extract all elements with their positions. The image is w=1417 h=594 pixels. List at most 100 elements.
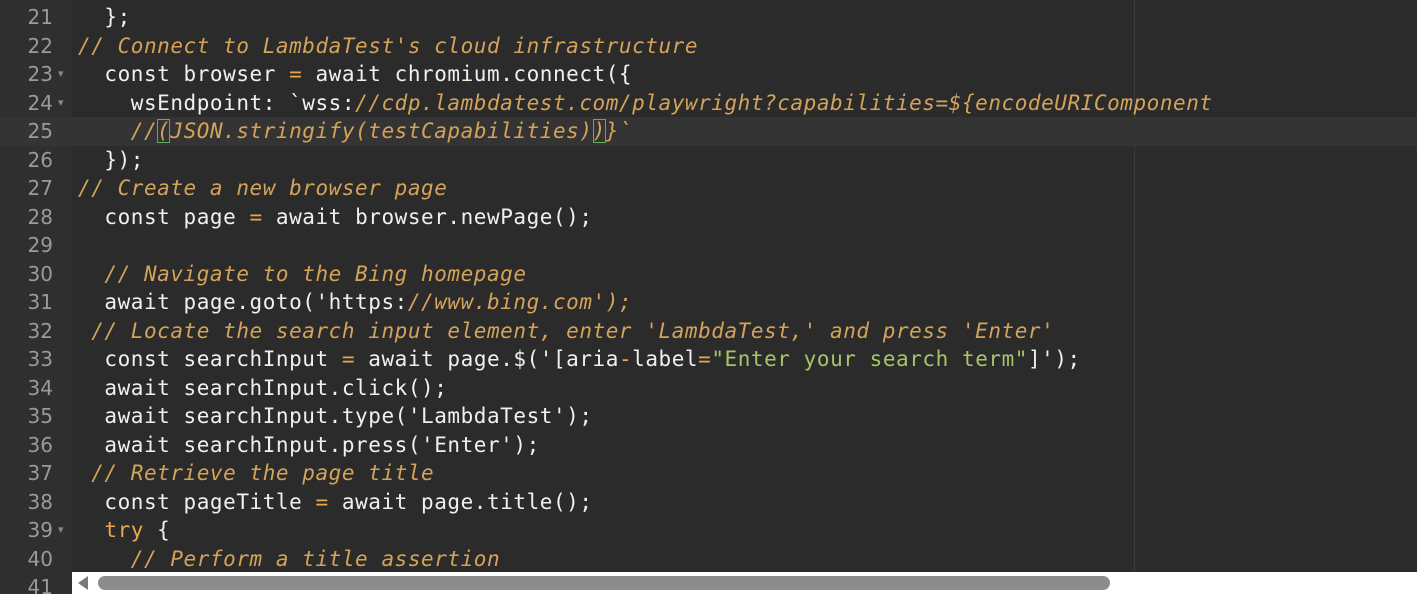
code-token: label [632, 347, 699, 371]
code-line[interactable]: 21 }; [0, 3, 1417, 32]
code-line[interactable]: 28 const page = await browser.newPage(); [0, 203, 1417, 232]
code-token: await searchInput.type('LambdaTest'); [78, 404, 593, 428]
code-token: wsEndpoint: `wss: [78, 90, 356, 115]
line-number: 31 [27, 290, 53, 314]
code-token: await searchInput.click(); [78, 375, 448, 400]
line-number: 21 [27, 5, 53, 29]
code-token: }); [78, 147, 144, 172]
code-line[interactable]: 36 await searchInput.press('Enter'); [0, 431, 1417, 460]
line-number: 23 [27, 62, 53, 86]
line-number: 40 [27, 546, 53, 571]
code-text: // Retrieve the page title [78, 459, 434, 488]
chevron-down-icon[interactable]: ▾ [58, 60, 64, 89]
code-token: = [289, 62, 303, 86]
code-token: }; [78, 5, 131, 29]
code-text: // Locate the search input element, ente… [78, 317, 1054, 346]
line-number: 26 [27, 147, 53, 172]
code-token: await browser.newPage(); [262, 204, 593, 229]
code-text: }; [78, 3, 131, 32]
code-token: // Locate the search input element, ente… [78, 318, 1055, 343]
code-token: JSON.stringify(testCapabilities) [170, 119, 593, 143]
code-text: const searchInput = await page.$('[aria-… [78, 345, 1081, 374]
code-text: // Connect to LambdaTest's cloud infrast… [78, 32, 698, 61]
code-line[interactable]: 35 await searchInput.type('LambdaTest'); [0, 402, 1417, 431]
line-number: 28 [27, 204, 53, 229]
scrollbar-thumb[interactable] [98, 576, 1110, 590]
matched-bracket: ) [592, 119, 606, 143]
code-line[interactable]: 32 // Locate the search input element, e… [0, 317, 1417, 346]
code-token: = [249, 204, 263, 229]
code-token: const browser [78, 62, 290, 86]
horizontal-scrollbar[interactable] [72, 572, 1417, 594]
line-number: 22 [27, 33, 53, 58]
line-number: 39 [27, 518, 53, 542]
code-line[interactable]: 31 await page.goto('https://www.bing.com… [0, 288, 1417, 317]
code-line[interactable]: 24 ▾ wsEndpoint: `wss://cdp.lambdatest.co… [0, 89, 1417, 118]
code-line[interactable]: 30 // Navigate to the Bing homepage [0, 260, 1417, 289]
code-token: ]'); [1027, 347, 1081, 371]
code-text: wsEndpoint: `wss://cdp.lambdatest.com/pl… [78, 89, 1213, 118]
code-token: // Perform a title assertion [78, 546, 501, 571]
code-token: await page.title(); [328, 489, 593, 514]
code-text: await searchInput.type('LambdaTest'); [78, 402, 593, 431]
code-line[interactable]: 39 ▾ try { [0, 516, 1417, 545]
line-number: 29 [27, 233, 53, 257]
code-token: //www.bing.com'); [407, 290, 633, 314]
code-text: await searchInput.press('Enter'); [78, 431, 540, 460]
code-token: }` [605, 119, 633, 143]
arrow-left-icon[interactable] [78, 576, 88, 590]
code-editor[interactable]: 21 }; 22// Connect to LambdaTest's cloud … [0, 0, 1417, 594]
code-token: //cdp.lambdatest.com/playwright?capabili… [355, 90, 1213, 115]
code-token: = [315, 489, 329, 514]
code-line[interactable]: 22 // Connect to LambdaTest's cloud infra… [0, 32, 1417, 61]
code-line[interactable]: 29 [0, 231, 1417, 260]
code-line[interactable]: 25 //(JSON.stringify(testCapabilities))}… [0, 117, 1417, 146]
code-token: await chromium.connect({ [302, 62, 633, 86]
code-text: await searchInput.click(); [78, 374, 447, 403]
code-token: try [104, 518, 144, 542]
code-text: try { [78, 516, 170, 545]
code-line[interactable]: 33 const searchInput = await page.$('[ar… [0, 345, 1417, 374]
line-number: 35 [27, 404, 53, 428]
code-text: // Perform a title assertion [78, 545, 500, 574]
line-number: 33 [27, 347, 53, 371]
code-line[interactable]: 40 // Perform a title assertion [0, 545, 1417, 574]
line-number: 38 [27, 489, 53, 514]
line-number: 24 [27, 90, 53, 115]
code-line[interactable]: 23 ▾ const browser = await chromium.conne… [0, 60, 1417, 89]
line-number: 34 [27, 375, 53, 400]
code-token: "Enter your search term" [711, 347, 1028, 371]
line-number: 27 [27, 176, 53, 200]
matched-bracket: ( [157, 119, 171, 143]
code-line[interactable]: 26 }); [0, 146, 1417, 175]
line-number: 30 [27, 261, 53, 286]
chevron-down-icon[interactable]: ▾ [58, 516, 64, 545]
code-text: await page.goto('https://www.bing.com'); [78, 288, 632, 317]
code-text: const pageTitle = await page.title(); [78, 488, 593, 517]
code-text: const page = await browser.newPage(); [78, 203, 593, 232]
line-number: 41 [27, 575, 53, 594]
code-line[interactable]: 37 // Retrieve the page title [0, 459, 1417, 488]
code-line[interactable]: 34 await searchInput.click(); [0, 374, 1417, 403]
chevron-down-icon[interactable]: ▾ [58, 89, 64, 118]
code-text: //(JSON.stringify(testCapabilities))}` [78, 117, 632, 146]
line-number: 32 [27, 318, 53, 343]
code-token: = [341, 347, 356, 371]
line-number: 36 [27, 432, 53, 457]
code-token: await searchInput.press('Enter'); [78, 432, 540, 457]
code-token: await page.$('[aria [355, 347, 619, 371]
code-token: - [618, 347, 633, 371]
code-token: const pageTitle [78, 489, 316, 514]
code-token: // Retrieve the page title [78, 461, 435, 485]
code-line[interactable]: 38 const pageTitle = await page.title(); [0, 488, 1417, 517]
code-token: const page [78, 204, 250, 229]
code-token: { [143, 518, 171, 542]
code-token: // [78, 119, 158, 143]
code-token: await page.goto('https: [78, 290, 408, 314]
code-token: const searchInput [78, 347, 342, 371]
code-line[interactable]: 27 // Create a new browser page [0, 174, 1417, 203]
code-text: // Create a new browser page [78, 174, 447, 203]
code-token: // Create a new browser page [78, 176, 448, 200]
code-token: // Navigate to the Bing homepage [78, 261, 527, 286]
